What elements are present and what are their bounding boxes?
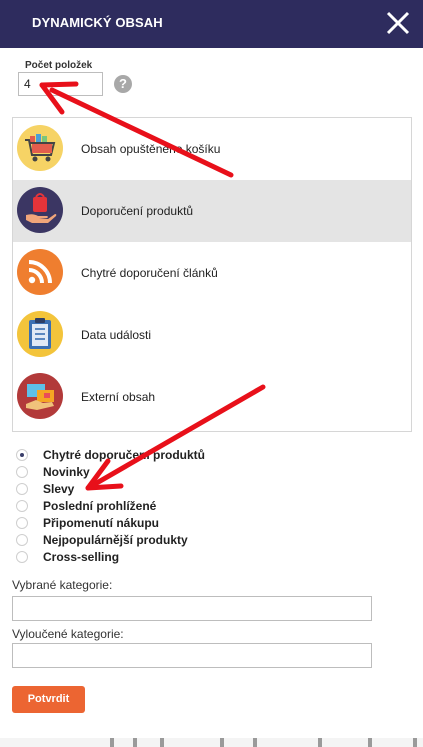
radio-button[interactable] xyxy=(16,466,28,478)
content-type-product-recommendation[interactable]: Doporučení produktů xyxy=(13,180,411,242)
content-type-event-data[interactable]: Data události xyxy=(13,304,411,366)
content-type-external[interactable]: Externí obsah xyxy=(13,366,411,428)
excluded-categories-input[interactable] xyxy=(12,643,372,668)
recommendation-option-label: Slevy xyxy=(43,482,75,496)
content-type-label: Data události xyxy=(81,328,152,342)
recommendation-option-label: Chytré doporučení produktů xyxy=(43,448,205,462)
content-type-label: Externí obsah xyxy=(81,390,156,404)
excluded-categories-label: Vyloučené kategorie: xyxy=(12,627,124,641)
close-icon[interactable] xyxy=(381,6,415,40)
content-type-list: Obsah opuštěného košíku Doporučení produ… xyxy=(12,117,412,432)
confirm-button[interactable]: Potvrdit xyxy=(12,686,85,713)
recommendation-option-label: Novinky xyxy=(43,465,90,479)
rss-icon xyxy=(17,249,63,295)
radio-button[interactable] xyxy=(16,551,28,563)
clipboard-icon xyxy=(17,311,63,357)
item-count-label: Počet položek xyxy=(25,60,93,71)
content-type-abandoned-cart[interactable]: Obsah opuštěného košíku xyxy=(13,118,411,180)
item-count-input[interactable] xyxy=(18,72,103,96)
dialog-title: DYNAMICKÝ OBSAH xyxy=(32,15,163,30)
radio-button-selected[interactable] xyxy=(16,449,28,461)
help-icon[interactable]: ? xyxy=(114,75,132,93)
recommendation-option-label: Nejpopulárnější produkty xyxy=(43,533,188,547)
recommendation-option-label: Připomenutí nákupu xyxy=(43,516,160,530)
radio-button[interactable] xyxy=(16,517,28,529)
recommendation-option-label: Poslední prohlížené xyxy=(43,499,157,513)
included-categories-input[interactable] xyxy=(12,596,372,621)
included-categories-label: Vybrané kategorie: xyxy=(12,578,113,592)
radio-button[interactable] xyxy=(16,500,28,512)
content-type-label: Chytré doporučení článků xyxy=(81,266,218,280)
content-type-label: Doporučení produktů xyxy=(81,204,194,218)
content-type-article-recommendation[interactable]: Chytré doporučení článků xyxy=(13,242,411,304)
radio-button[interactable] xyxy=(16,534,28,546)
bottom-scroll-strip xyxy=(0,738,423,747)
recommendation-option-label: Cross-selling xyxy=(43,550,120,564)
shopping-cart-icon xyxy=(17,125,63,171)
product-recommendation-icon xyxy=(17,187,63,233)
radio-button[interactable] xyxy=(16,483,28,495)
external-content-icon xyxy=(17,373,63,419)
content-type-label: Obsah opuštěného košíku xyxy=(81,142,221,156)
item-count-group: Počet položek xyxy=(18,60,103,96)
dialog-header: DYNAMICKÝ OBSAH xyxy=(0,0,423,48)
